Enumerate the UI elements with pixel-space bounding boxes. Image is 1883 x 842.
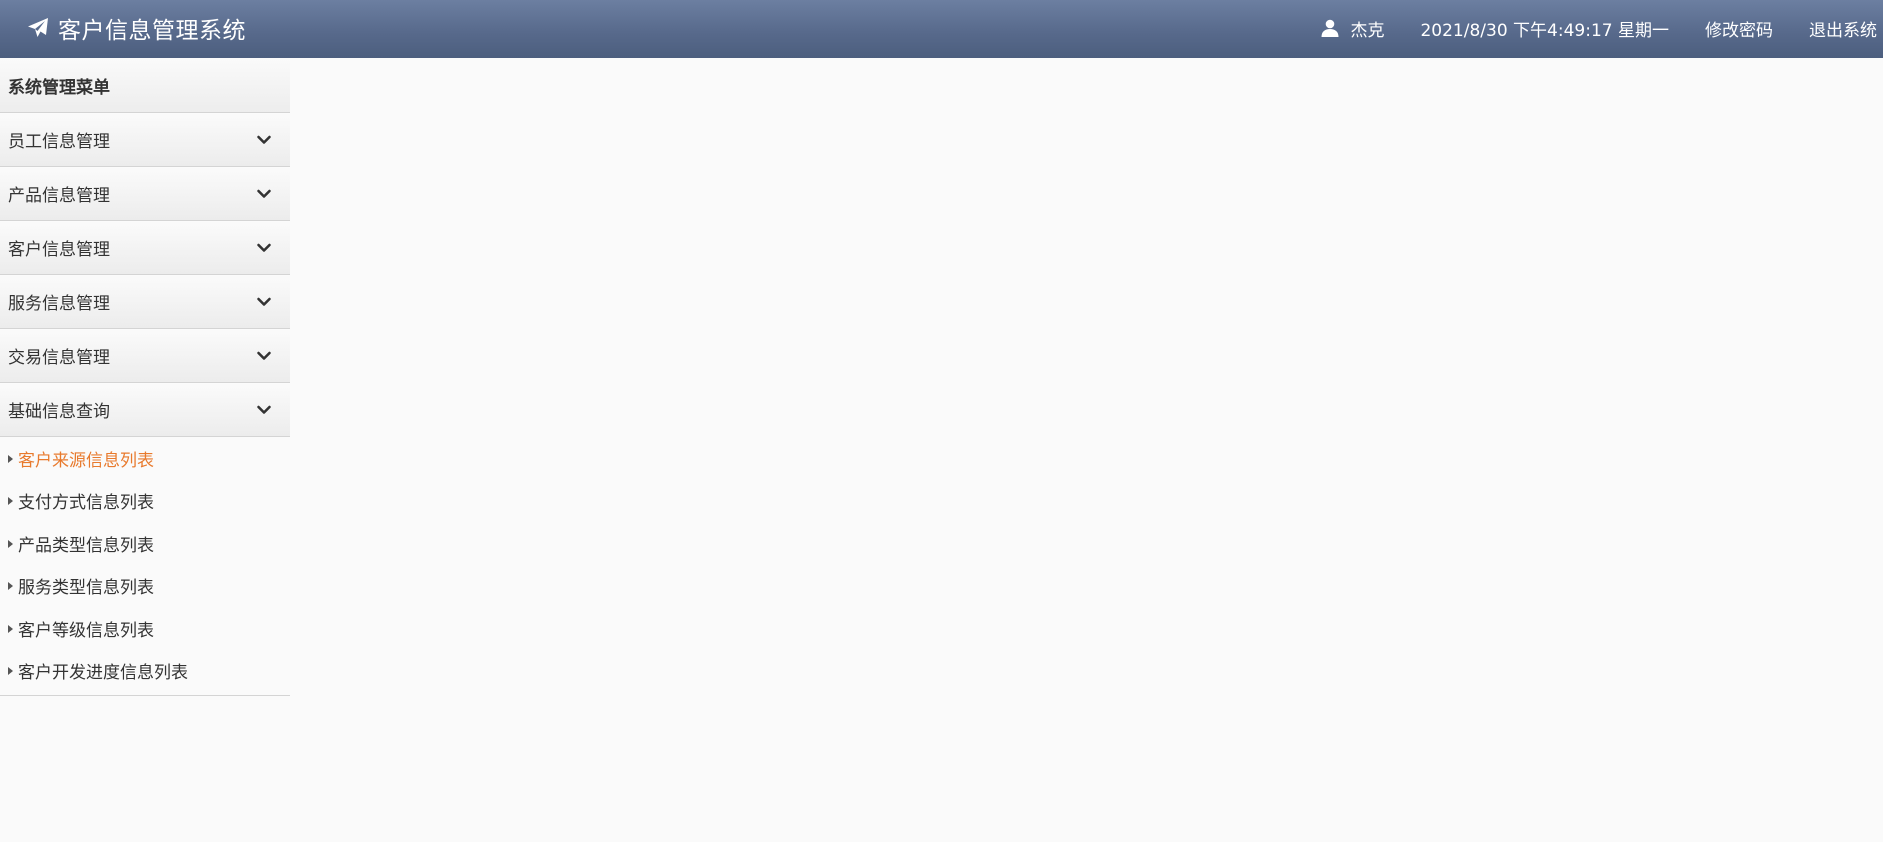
chevron-down-icon	[257, 297, 271, 306]
basic-info-submenu: 客户来源信息列表 支付方式信息列表 产品类型信息列表 服务类型信息列表 客户等级…	[0, 437, 290, 696]
current-datetime: 2021/8/30 下午4:49:17 星期一	[1420, 20, 1669, 41]
current-user: 杰克	[1320, 16, 1384, 41]
sidebar: 系统管理菜单 员工信息管理 产品信息管理 客户信息管理 服务信息管理 交易信息管…	[0, 58, 290, 696]
caret-right-icon	[8, 539, 13, 548]
sub-item-product-type[interactable]: 产品类型信息列表	[0, 522, 290, 565]
caret-right-icon	[8, 454, 13, 463]
menu-group-label: 产品信息管理	[8, 186, 110, 206]
caret-right-icon	[8, 624, 13, 633]
menu-group-label: 客户信息管理	[8, 240, 110, 260]
chevron-down-icon	[257, 135, 271, 144]
menu-group-label: 交易信息管理	[8, 348, 110, 368]
sub-item-service-type[interactable]: 服务类型信息列表	[0, 565, 290, 608]
sub-item-payment-method[interactable]: 支付方式信息列表	[0, 480, 290, 523]
menu-group-label: 员工信息管理	[8, 132, 110, 152]
caret-right-icon	[8, 582, 13, 591]
sub-item-customer-level[interactable]: 客户等级信息列表	[0, 607, 290, 650]
sub-item-development-progress[interactable]: 客户开发进度信息列表	[0, 650, 290, 693]
sub-item-label: 服务类型信息列表	[18, 578, 154, 599]
sidebar-title: 系统管理菜单	[0, 58, 290, 113]
user-icon	[1321, 19, 1339, 37]
chevron-down-icon	[257, 405, 271, 414]
menu-group-basic-info[interactable]: 基础信息查询	[0, 383, 290, 437]
paper-plane-icon	[28, 18, 48, 37]
sub-item-customer-source[interactable]: 客户来源信息列表	[0, 437, 290, 480]
brand[interactable]: 客户信息管理系统	[26, 0, 246, 56]
menu-group-employee[interactable]: 员工信息管理	[0, 113, 290, 167]
chevron-down-icon	[257, 189, 271, 198]
menu-group-label: 服务信息管理	[8, 294, 110, 314]
sub-item-label: 客户等级信息列表	[18, 620, 154, 641]
top-header: 客户信息管理系统 杰克 2021/8/30 下午4:49:17 星期一 修改密码…	[0, 0, 1883, 58]
main-content-area	[290, 58, 1883, 842]
menu-group-customer[interactable]: 客户信息管理	[0, 221, 290, 275]
header-toolbar: 杰克 2021/8/30 下午4:49:17 星期一 修改密码 退出系统	[1320, 0, 1883, 56]
sub-item-label: 产品类型信息列表	[18, 535, 154, 556]
menu-group-label: 基础信息查询	[8, 402, 110, 422]
app-title: 客户信息管理系统	[58, 18, 246, 44]
username: 杰克	[1350, 20, 1385, 41]
sub-item-label: 客户开发进度信息列表	[18, 663, 188, 684]
chevron-down-icon	[257, 243, 271, 252]
menu-group-service[interactable]: 服务信息管理	[0, 275, 290, 329]
sub-item-label: 客户来源信息列表	[18, 450, 154, 471]
caret-right-icon	[8, 667, 13, 676]
change-password-link[interactable]: 修改密码	[1705, 16, 1773, 41]
sub-item-label: 支付方式信息列表	[18, 493, 154, 514]
logout-link[interactable]: 退出系统	[1809, 16, 1877, 41]
chevron-down-icon	[257, 351, 271, 360]
caret-right-icon	[8, 497, 13, 506]
menu-group-product[interactable]: 产品信息管理	[0, 167, 290, 221]
menu-group-transaction[interactable]: 交易信息管理	[0, 329, 290, 383]
